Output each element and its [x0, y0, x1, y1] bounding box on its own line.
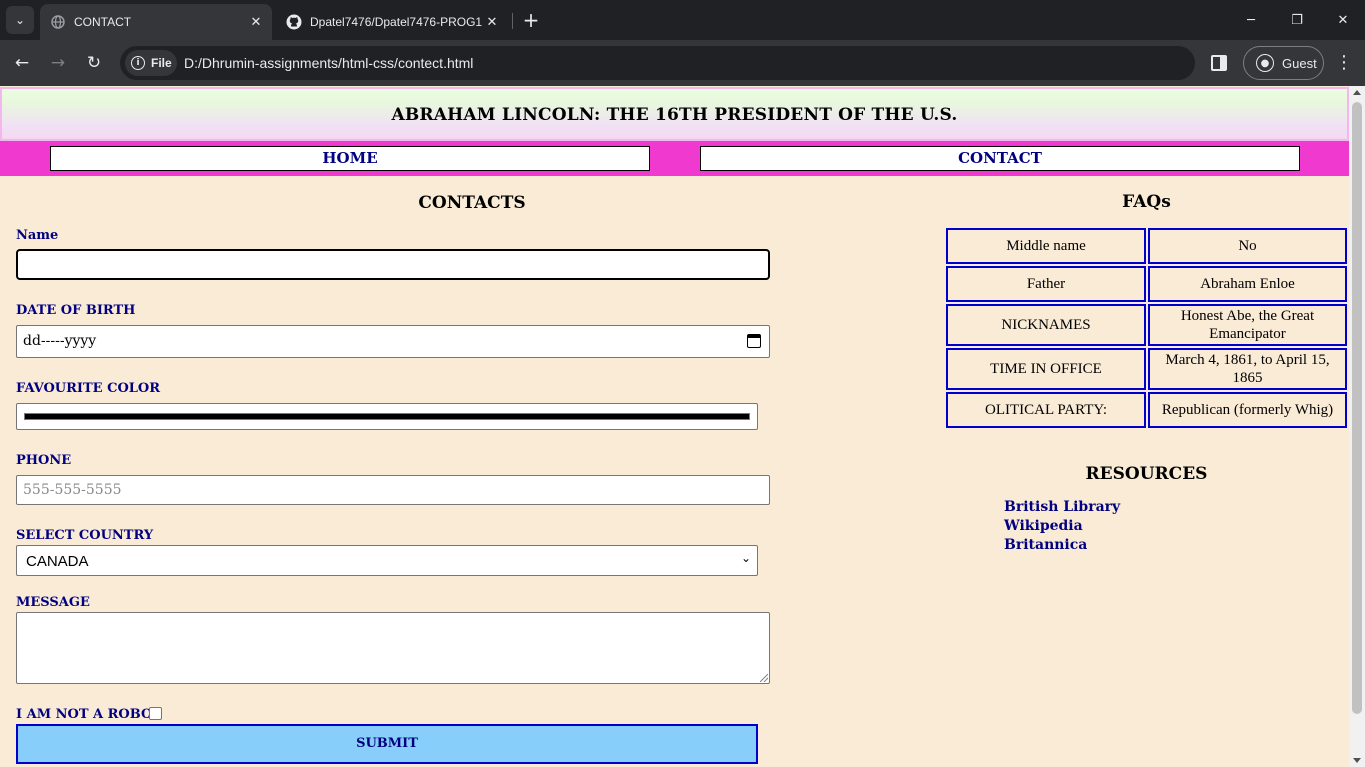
dob-value: dd-----yyyy: [23, 333, 97, 349]
faq-question: TIME IN OFFICE: [946, 348, 1146, 390]
faq-answer: No: [1148, 228, 1347, 264]
faq-question: NICKNAMES: [946, 304, 1146, 346]
message-textarea[interactable]: [16, 612, 770, 684]
file-chip-label: File: [151, 56, 172, 70]
kebab-menu-icon[interactable]: ⋮: [1334, 49, 1354, 77]
page-scrollbar[interactable]: [1349, 86, 1365, 767]
profile-label: Guest: [1282, 55, 1317, 71]
reload-icon[interactable]: ↻: [80, 49, 108, 77]
faq-answer: Honest Abe, the Great Emancipator: [1148, 304, 1347, 346]
page-header: ABRAHAM LINCOLN: THE 16TH PRESIDENT OF T…: [0, 87, 1349, 141]
dob-label: DATE OF BIRTH: [16, 303, 136, 318]
country-value: CANADA: [26, 553, 89, 570]
info-icon: i: [131, 56, 145, 70]
new-tab-button[interactable]: +: [520, 8, 542, 32]
faq-answer: Republican (formerly Whig): [1148, 392, 1347, 428]
name-label: Name: [16, 228, 59, 243]
address-bar[interactable]: i File D:/Dhrumin-assignments/html-css/c…: [120, 46, 1195, 80]
country-label: SELECT COUNTRY: [16, 528, 154, 543]
nav-contact-link[interactable]: CONTACT: [700, 146, 1300, 171]
phone-input[interactable]: 555-555-5555: [16, 475, 770, 505]
resource-link-british-library[interactable]: British Library: [1004, 499, 1120, 515]
nav-bar: HOME CONTACT: [0, 141, 1349, 176]
site-info-chip[interactable]: i File: [125, 50, 177, 76]
resources-heading: RESOURCES: [1085, 464, 1208, 484]
page-viewport: ABRAHAM LINCOLN: THE 16TH PRESIDENT OF T…: [0, 86, 1349, 767]
faq-question: Father: [946, 266, 1146, 302]
resource-link-britannica[interactable]: Britannica: [1004, 537, 1087, 553]
faq-answer: Abraham Enloe: [1148, 266, 1347, 302]
url-text[interactable]: D:/Dhrumin-assignments/html-css/contect.…: [184, 55, 473, 71]
scrollbar-thumb[interactable]: [1352, 102, 1362, 714]
chevron-down-icon: ⌄: [14, 13, 26, 27]
color-label: FAVOURITE COLOR: [16, 381, 161, 396]
tab-contact[interactable]: CONTACT ✕: [40, 4, 272, 40]
dob-input[interactable]: dd-----yyyy: [16, 325, 770, 358]
chevron-down-icon: ⌄: [740, 551, 751, 565]
close-icon[interactable]: ✕: [482, 15, 502, 30]
tab-title: CONTACT: [74, 15, 132, 29]
resource-link-wikipedia[interactable]: Wikipedia: [1004, 518, 1083, 534]
calendar-icon[interactable]: [747, 334, 761, 348]
tab-github[interactable]: Dpatel7476/Dpatel7476-PROG1 ✕: [276, 4, 508, 40]
nav-home-link[interactable]: HOME: [50, 146, 650, 171]
faqs-heading: FAQs: [1122, 192, 1171, 212]
browser-toolbar: ← → ↻ i File D:/Dhrumin-assignments/html…: [0, 40, 1365, 86]
github-icon: [286, 14, 302, 30]
submit-button[interactable]: SUBMIT: [16, 724, 758, 764]
side-panel-icon[interactable]: [1211, 55, 1227, 71]
forward-arrow-icon[interactable]: →: [44, 49, 72, 77]
profile-button[interactable]: ● Guest: [1243, 46, 1324, 80]
country-select[interactable]: CANADA ⌄: [16, 545, 758, 576]
close-window-icon[interactable]: ✕: [1320, 0, 1365, 40]
phone-placeholder: 555-555-5555: [23, 482, 122, 498]
faq-question: Middle name: [946, 228, 1146, 264]
faq-answer: March 4, 1861, to April 15, 1865: [1148, 348, 1347, 390]
faq-question: OLITICAL PARTY:: [946, 392, 1146, 428]
page-title: ABRAHAM LINCOLN: THE 16TH PRESIDENT OF T…: [391, 105, 958, 125]
tab-search-button[interactable]: ⌄: [6, 6, 34, 34]
name-input[interactable]: [16, 249, 770, 280]
globe-icon: [50, 14, 66, 30]
back-arrow-icon[interactable]: ←: [8, 49, 36, 77]
browser-tab-bar: ⌄ CONTACT ✕ Dpatel7476/Dpatel7476-PROG1 …: [0, 0, 1365, 40]
color-input[interactable]: [16, 403, 758, 430]
phone-label: PHONE: [16, 453, 72, 468]
robot-checkbox[interactable]: [149, 707, 162, 720]
message-label: MESSAGE: [16, 595, 90, 610]
close-icon[interactable]: ✕: [246, 15, 266, 30]
tab-separator: [512, 13, 513, 29]
minimize-icon[interactable]: ─: [1228, 0, 1274, 40]
scroll-up-icon[interactable]: [1353, 90, 1361, 95]
restore-icon[interactable]: ❐: [1274, 0, 1320, 40]
scroll-down-icon[interactable]: [1353, 758, 1361, 763]
contacts-heading: CONTACTS: [418, 193, 526, 213]
robot-label: I AM NOT A ROBOT: [16, 707, 162, 722]
profile-icon: ●: [1256, 54, 1274, 72]
tab-title: Dpatel7476/Dpatel7476-PROG1: [310, 15, 482, 29]
resize-handle-icon[interactable]: [760, 674, 768, 682]
color-swatch: [24, 413, 750, 420]
